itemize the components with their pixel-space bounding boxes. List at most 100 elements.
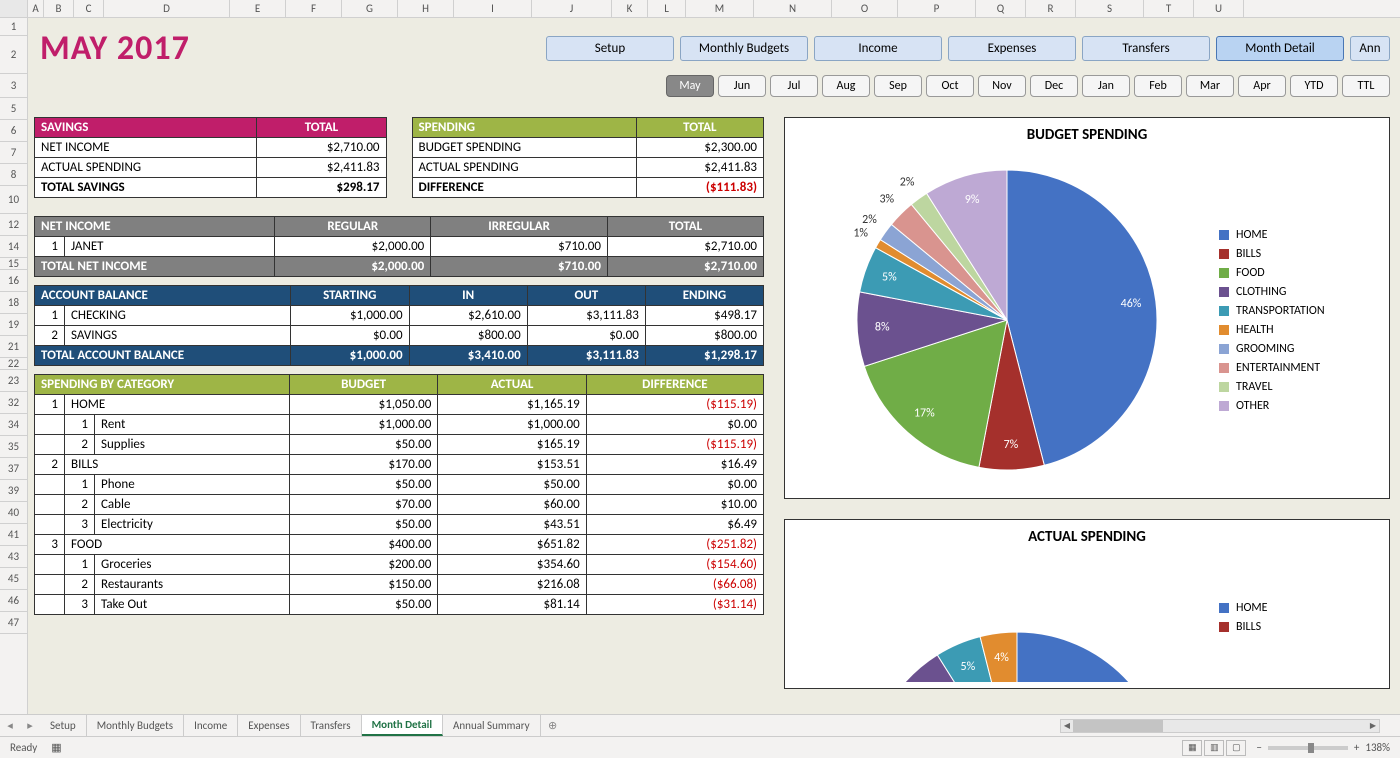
column-header[interactable]: Q (976, 0, 1026, 17)
nav-income[interactable]: Income (814, 36, 942, 61)
view-page-layout-icon[interactable]: ▥ (1204, 740, 1224, 756)
row-header[interactable]: 40 (0, 502, 27, 524)
column-header[interactable]: I (454, 0, 532, 17)
sheet-tab-expenses[interactable]: Expenses (238, 715, 300, 736)
table-row: 2Supplies$50.00$165.19($115.19) (35, 435, 764, 455)
row-header[interactable]: 16 (0, 270, 27, 292)
macro-record-icon[interactable]: ▦ (51, 741, 61, 754)
zoom-control[interactable]: − + 138% (1256, 741, 1390, 754)
month-jan[interactable]: Jan (1082, 75, 1130, 97)
row-header[interactable]: 46 (0, 590, 27, 612)
nav-transfers[interactable]: Transfers (1082, 36, 1210, 61)
zoom-out-icon[interactable]: − (1256, 741, 1261, 754)
nav-button-group: SetupMonthly BudgetsIncomeExpensesTransf… (546, 36, 1390, 61)
month-ttl[interactable]: TTL (1342, 75, 1390, 97)
view-page-break-icon[interactable]: ▢ (1226, 740, 1246, 756)
row-header[interactable]: 18 (0, 292, 27, 314)
column-header[interactable]: T (1144, 0, 1194, 17)
column-header[interactable]: S (1076, 0, 1144, 17)
row-header[interactable]: 10 (0, 186, 27, 214)
column-header[interactable]: J (532, 0, 612, 17)
scrollbar-thumb[interactable] (1073, 720, 1163, 732)
row-header[interactable]: 19 (0, 314, 27, 336)
tab-nav-first-icon[interactable]: ◂ (0, 715, 20, 736)
row-header[interactable]: 2 (0, 36, 27, 74)
month-mar[interactable]: Mar (1186, 75, 1234, 97)
row-header[interactable]: 35 (0, 436, 27, 458)
new-sheet-button[interactable]: ⊕ (541, 715, 565, 736)
sheet-tab-transfers[interactable]: Transfers (301, 715, 362, 736)
month-nov[interactable]: Nov (978, 75, 1026, 97)
nav-setup[interactable]: Setup (546, 36, 674, 61)
sheet-tab-annual-summary[interactable]: Annual Summary (443, 715, 541, 736)
column-header[interactable]: N (754, 0, 832, 17)
column-header[interactable]: M (686, 0, 754, 17)
column-header[interactable]: P (898, 0, 976, 17)
nav-ann[interactable]: Ann (1350, 36, 1390, 61)
row-header[interactable]: 6 (0, 120, 27, 142)
legend-item: GROOMING (1219, 342, 1379, 356)
row-header[interactable]: 23 (0, 370, 27, 392)
row-header[interactable]: 41 (0, 524, 27, 546)
row-header[interactable]: 3 (0, 74, 27, 98)
nav-monthly-budgets[interactable]: Monthly Budgets (680, 36, 808, 61)
pie-chart: 46%7%17%8%5%1%2%3%2%9% (817, 150, 1197, 490)
column-header[interactable]: O (832, 0, 898, 17)
row-header[interactable]: 22 (0, 358, 27, 370)
column-header[interactable]: E (230, 0, 286, 17)
month-apr[interactable]: Apr (1238, 75, 1286, 97)
nav-month-detail[interactable]: Month Detail (1216, 36, 1344, 61)
svg-text:17%: 17% (914, 407, 935, 421)
scroll-right-icon[interactable]: ▶ (1367, 720, 1379, 732)
month-oct[interactable]: Oct (926, 75, 974, 97)
zoom-in-icon[interactable]: + (1354, 741, 1359, 754)
month-feb[interactable]: Feb (1134, 75, 1182, 97)
horizontal-scrollbar[interactable]: ◀ ▶ (1060, 719, 1380, 733)
sheet-tab-monthly-budgets[interactable]: Monthly Budgets (87, 715, 184, 736)
column-header[interactable]: H (398, 0, 454, 17)
view-normal-icon[interactable]: ▦ (1182, 740, 1202, 756)
scroll-left-icon[interactable]: ◀ (1061, 720, 1073, 732)
month-aug[interactable]: Aug (822, 75, 870, 97)
column-header[interactable]: F (286, 0, 342, 17)
sheet-tab-month-detail[interactable]: Month Detail (362, 715, 443, 736)
row-header[interactable]: 21 (0, 336, 27, 358)
column-header[interactable]: G (342, 0, 398, 17)
sheet-tab-setup[interactable]: Setup (40, 715, 87, 736)
month-jun[interactable]: Jun (718, 75, 766, 97)
sheet-tab-income[interactable]: Income (184, 715, 238, 736)
row-header[interactable]: 43 (0, 546, 27, 568)
column-header[interactable]: R (1026, 0, 1076, 17)
row-header[interactable]: 45 (0, 568, 27, 590)
svg-text:3%: 3% (879, 193, 894, 207)
select-all-corner[interactable] (0, 0, 28, 17)
column-header[interactable]: L (648, 0, 686, 17)
month-jul[interactable]: Jul (770, 75, 818, 97)
row-header[interactable]: 34 (0, 414, 27, 436)
month-dec[interactable]: Dec (1030, 75, 1078, 97)
row-header[interactable]: 12 (0, 214, 27, 236)
row-header[interactable]: 1 (0, 18, 27, 36)
row-header[interactable]: 5 (0, 98, 27, 120)
tab-nav-prev-icon[interactable]: ▸ (20, 715, 40, 736)
column-header[interactable]: U (1194, 0, 1244, 17)
row-header[interactable]: 14 (0, 236, 27, 258)
row-header[interactable]: 47 (0, 612, 27, 634)
column-header[interactable]: A (28, 0, 44, 17)
sheet-tabs-bar: ◂ ▸ SetupMonthly BudgetsIncomeExpensesTr… (0, 714, 1400, 736)
row-header[interactable]: 7 (0, 142, 27, 164)
chart-legend: HOMEBILLSFOODCLOTHINGTRANSPORTATIONHEALT… (1219, 223, 1379, 418)
month-sep[interactable]: Sep (874, 75, 922, 97)
row-header[interactable]: 8 (0, 164, 27, 186)
column-header[interactable]: K (612, 0, 648, 17)
month-ytd[interactable]: YTD (1290, 75, 1338, 97)
nav-expenses[interactable]: Expenses (948, 36, 1076, 61)
column-header[interactable]: C (74, 0, 104, 17)
row-header[interactable]: 39 (0, 480, 27, 502)
month-may[interactable]: May (666, 75, 714, 97)
column-header[interactable]: B (44, 0, 74, 17)
column-header[interactable]: D (104, 0, 230, 17)
row-header[interactable]: 32 (0, 392, 27, 414)
row-header[interactable]: 37 (0, 458, 27, 480)
row-header[interactable]: 15 (0, 258, 27, 270)
